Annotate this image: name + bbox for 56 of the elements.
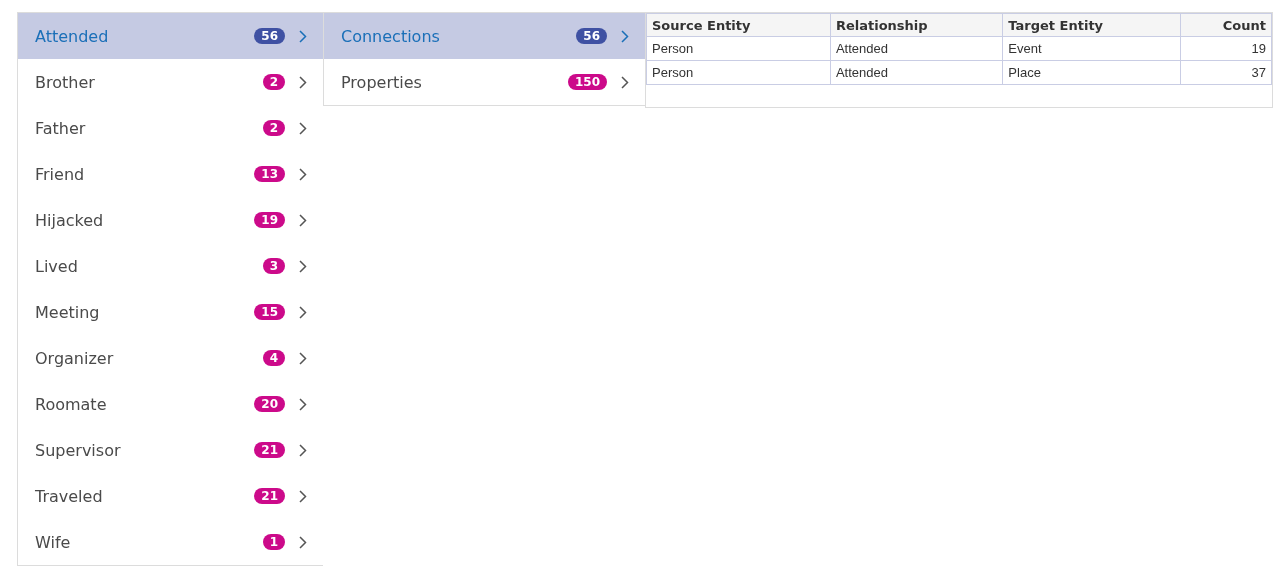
table-cell: 37 — [1180, 60, 1272, 85]
count-badge: 1 — [262, 534, 285, 550]
item-label: Father — [35, 118, 87, 138]
table-cell: Attended — [830, 36, 1003, 61]
list-item[interactable]: Attended 56 — [18, 13, 323, 59]
item-label: Properties — [341, 72, 423, 92]
column-header[interactable]: Count — [1180, 13, 1272, 37]
item-label: Supervisor — [35, 440, 122, 460]
chevron-right-icon — [299, 121, 307, 135]
chevron-right-icon — [621, 29, 629, 43]
chevron-right-icon — [299, 167, 307, 181]
count-badge: 19 — [254, 212, 285, 228]
count-badge: 20 — [254, 396, 285, 412]
item-label: Friend — [35, 164, 86, 184]
item-label: Roomate — [35, 394, 108, 414]
table-cell: Event — [1002, 36, 1181, 61]
chevron-right-icon — [299, 259, 307, 273]
chevron-right-icon — [299, 351, 307, 365]
chevron-right-icon — [299, 397, 307, 411]
chevron-right-icon — [299, 213, 307, 227]
chevron-right-icon — [299, 535, 307, 549]
count-badge: 21 — [254, 488, 285, 504]
chevron-right-icon — [621, 75, 629, 89]
table-cell: Attended — [830, 60, 1003, 85]
count-badge: 15 — [254, 304, 285, 320]
chevron-right-icon — [299, 29, 307, 43]
count-badge: 150 — [567, 74, 607, 90]
item-label: Meeting — [35, 302, 101, 322]
count-badge: 3 — [262, 258, 285, 274]
item-label: Attended — [35, 26, 110, 46]
table-cell: Place — [1002, 60, 1181, 85]
item-label: Connections — [341, 26, 441, 46]
column-header[interactable]: Target Entity — [1002, 13, 1181, 37]
item-label: Traveled — [35, 486, 104, 506]
count-badge: 4 — [262, 350, 285, 366]
item-label: Lived — [35, 256, 79, 276]
count-badge: 56 — [254, 28, 285, 44]
chevron-right-icon — [299, 305, 307, 319]
list-item[interactable]: Connections 56 — [324, 13, 645, 59]
column-header[interactable]: Relationship — [830, 13, 1003, 37]
table-cell: 19 — [1180, 36, 1272, 61]
item-label: Hijacked — [35, 210, 105, 230]
count-badge: 56 — [576, 28, 607, 44]
column-header[interactable]: Source Entity — [646, 13, 831, 37]
count-badge: 2 — [262, 120, 285, 136]
chevron-right-icon — [299, 75, 307, 89]
chevron-right-icon — [299, 443, 307, 457]
item-label: Wife — [35, 532, 72, 552]
count-badge: 13 — [254, 166, 285, 182]
item-label: Brother — [35, 72, 96, 92]
table-cell: Person — [646, 60, 831, 85]
count-badge: 2 — [262, 74, 285, 90]
item-label: Organizer — [35, 348, 115, 368]
chevron-right-icon — [299, 489, 307, 503]
table-cell: Person — [646, 36, 831, 61]
count-badge: 21 — [254, 442, 285, 458]
